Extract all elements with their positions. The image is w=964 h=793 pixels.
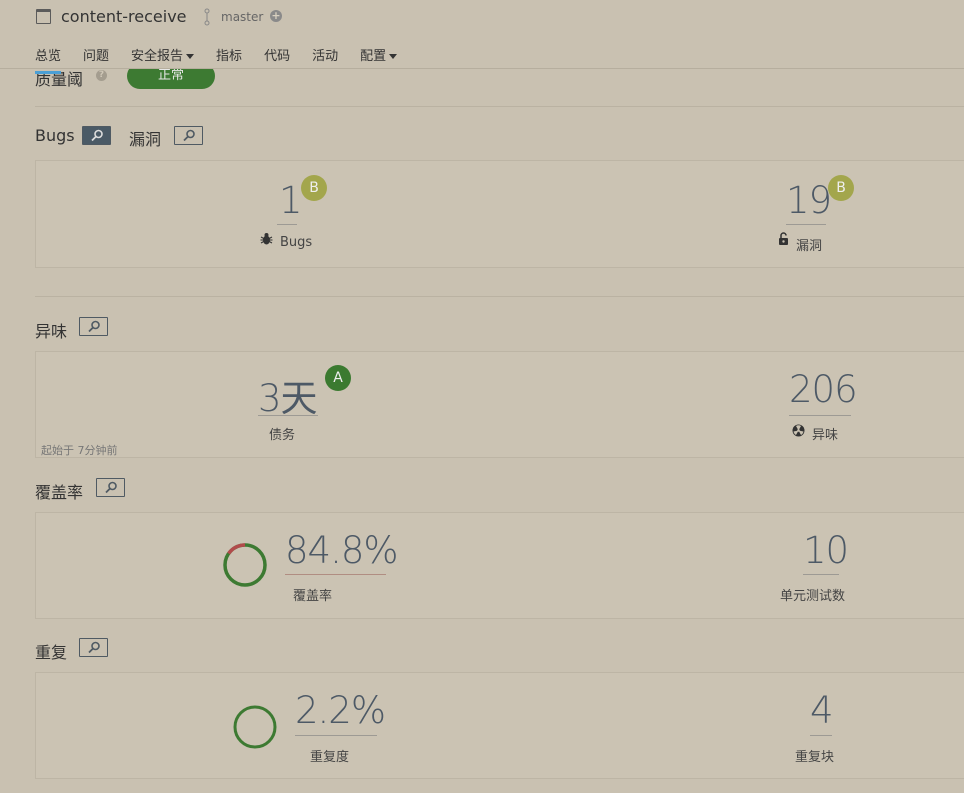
- project-icon: [36, 9, 51, 24]
- underline: [258, 415, 318, 416]
- quality-gate-title: 质量阈: [35, 70, 84, 89]
- duplications-panel: 2.2% 重复度 4 重复块: [35, 672, 964, 779]
- underline: [295, 735, 377, 736]
- duplication-donut-chart: [233, 705, 277, 749]
- search-icon: [91, 129, 103, 142]
- divider: [35, 296, 964, 297]
- duplication-label: 重复度: [310, 750, 350, 765]
- nav-label: 配置: [360, 49, 387, 64]
- nav-label: 指标: [216, 49, 243, 64]
- nav-overview[interactable]: 总览: [35, 45, 62, 74]
- underline: [810, 735, 832, 736]
- search-icon: [88, 641, 100, 654]
- nav-label: 问题: [83, 49, 110, 64]
- duplication-value[interactable]: 2.2%: [295, 689, 386, 732]
- nav-label: 总览: [35, 49, 62, 64]
- vulnerabilities-value[interactable]: 19: [786, 179, 832, 222]
- underline: [803, 574, 839, 575]
- bug-icon: [260, 233, 273, 245]
- coverage-search-button[interactable]: [96, 478, 125, 497]
- search-icon: [88, 320, 100, 333]
- search-icon: [183, 129, 195, 142]
- underline: [277, 224, 297, 225]
- divider: [35, 106, 964, 107]
- unlock-icon: [779, 232, 788, 245]
- duplications-section-title: 重复: [35, 643, 68, 662]
- underline: [786, 224, 826, 225]
- unit-tests-value[interactable]: 10: [803, 529, 849, 572]
- nav-label: 安全报告: [131, 49, 184, 64]
- nav-security-reports[interactable]: 安全报告: [131, 45, 195, 64]
- underline: [285, 574, 386, 575]
- nav-activity[interactable]: 活动: [312, 45, 338, 64]
- code-smells-label: 异味: [812, 428, 839, 443]
- unit-tests-label: 单元测试数: [780, 589, 846, 604]
- vulnerabilities-section-title: 漏洞: [129, 130, 162, 149]
- coverage-section-title: 覆盖率: [35, 483, 84, 502]
- vulnerabilities-label: 漏洞: [796, 239, 823, 254]
- code-smells-search-button[interactable]: [79, 317, 108, 336]
- duplicated-blocks-value[interactable]: 4: [810, 689, 834, 732]
- underline: [789, 415, 851, 416]
- vulnerabilities-search-button[interactable]: [174, 126, 203, 145]
- nav-measures[interactable]: 指标: [216, 45, 242, 64]
- bugs-section-title: Bugs: [35, 126, 75, 145]
- nav-label: 代码: [264, 49, 291, 64]
- nav-administration[interactable]: 配置: [360, 45, 398, 64]
- plus-icon[interactable]: +: [270, 10, 282, 22]
- since-text: 起始于 7分钟前: [41, 444, 118, 457]
- bugs-search-button[interactable]: [82, 126, 111, 145]
- caret-down-icon: [186, 54, 195, 59]
- project-name[interactable]: content-receive: [61, 7, 187, 26]
- radiation-icon: [792, 424, 805, 437]
- nav-code[interactable]: 代码: [264, 45, 290, 64]
- vulnerabilities-rating[interactable]: B: [828, 175, 854, 201]
- coverage-value[interactable]: 84.8%: [285, 529, 399, 572]
- help-icon[interactable]: ?: [96, 70, 107, 81]
- main-nav: 总览 问题 安全报告 指标 代码 活动 配置: [35, 45, 419, 74]
- branch-name[interactable]: master: [221, 10, 263, 24]
- nav-label: 活动: [312, 49, 339, 64]
- bugs-rating[interactable]: B: [301, 175, 327, 201]
- project-header: content-receive master + 总览 问题 安全报告 指标 代…: [0, 0, 964, 74]
- search-icon: [105, 481, 117, 494]
- technical-debt-label: 债务: [269, 428, 296, 443]
- bugs-value[interactable]: 1: [279, 179, 303, 222]
- code-smells-value[interactable]: 206: [789, 368, 858, 411]
- bugs-panel: 1 B Bugs 19 B 漏洞: [35, 160, 964, 268]
- bugs-label: Bugs: [280, 235, 313, 250]
- technical-debt-value[interactable]: 3天: [258, 368, 318, 422]
- coverage-donut-chart: [223, 543, 267, 587]
- caret-down-icon: [389, 54, 398, 59]
- duplications-search-button[interactable]: [79, 638, 108, 657]
- nav-issues[interactable]: 问题: [83, 45, 109, 64]
- branch-icon: [204, 8, 210, 26]
- code-smells-section-title: 异味: [35, 322, 68, 341]
- duplicated-blocks-label: 重复块: [795, 750, 835, 765]
- code-smells-panel: 3天 A 债务 起始于 7分钟前 206 异味: [35, 351, 964, 458]
- coverage-panel: 84.8% 覆盖率 10 单元测试数: [35, 512, 964, 619]
- maintainability-rating[interactable]: A: [325, 365, 351, 391]
- coverage-label: 覆盖率: [293, 589, 333, 604]
